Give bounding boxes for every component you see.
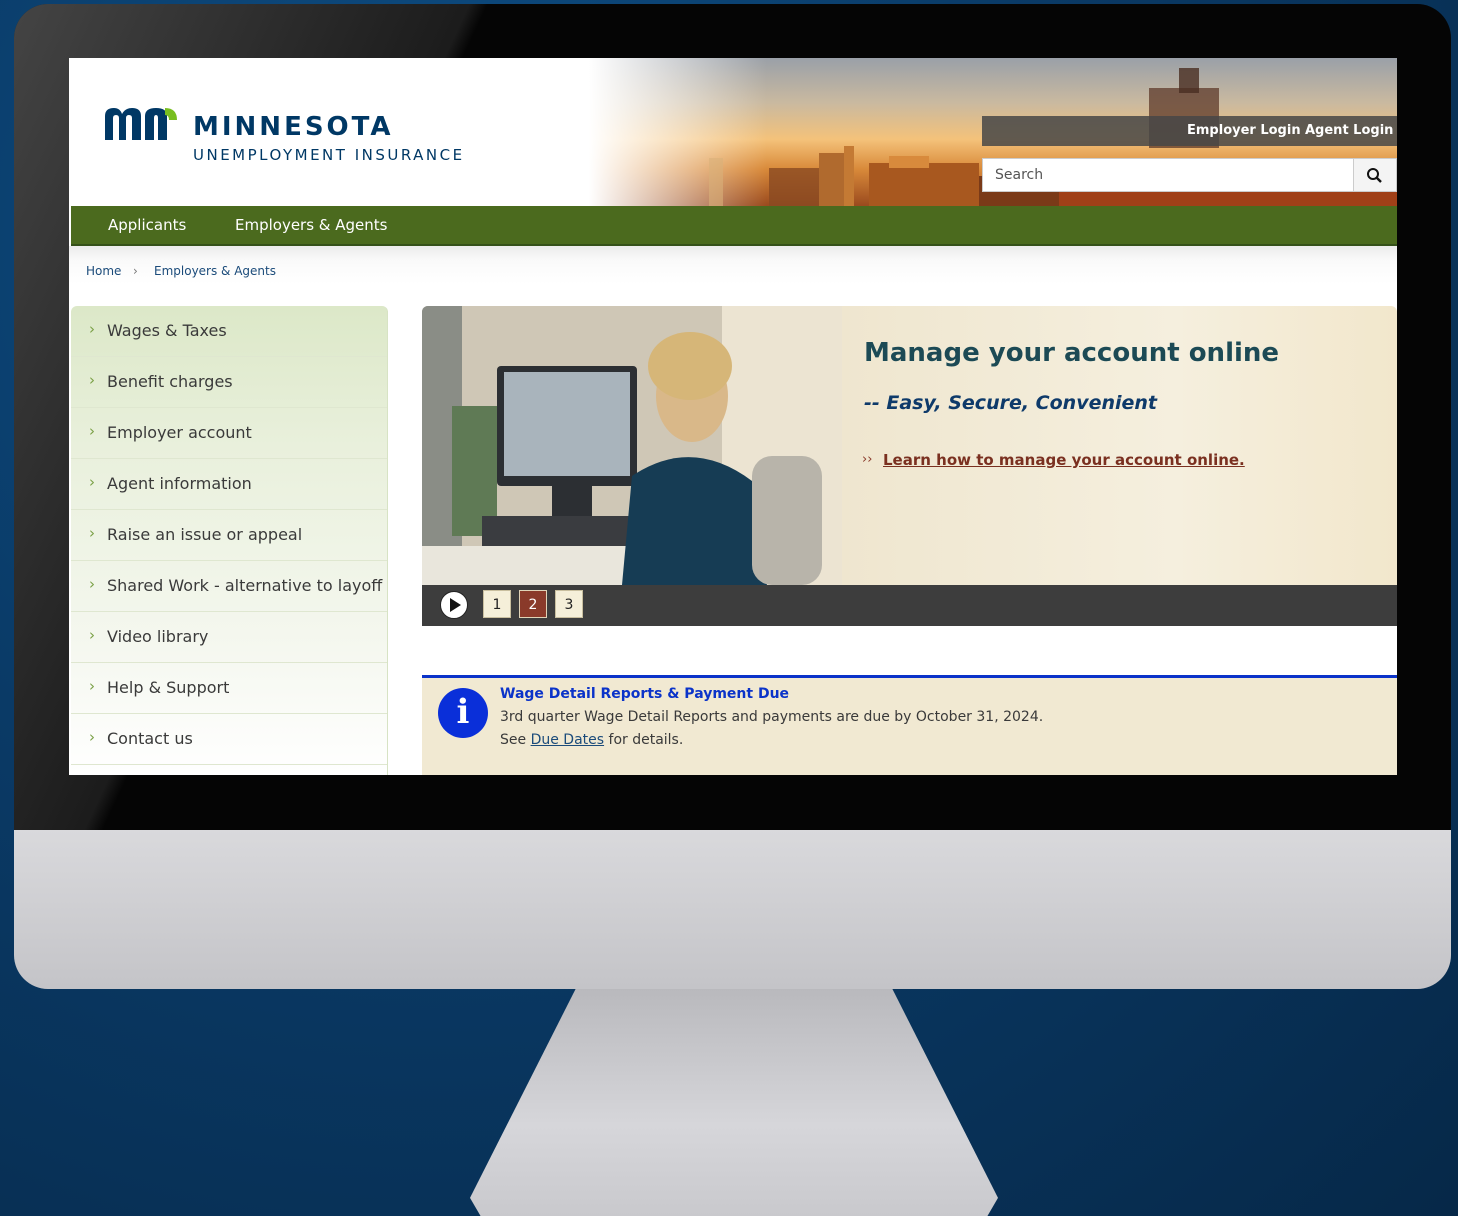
sidebar-item-label: Employer account [107,423,252,442]
sidebar-menu: › Wages & Taxes › Benefit charges › Empl… [71,306,388,775]
search-icon [1367,168,1382,183]
chevron-right-icon: › [89,320,95,338]
monitor-stand [470,989,998,1216]
search-button[interactable] [1353,159,1396,191]
hero-slider: Manage your account online -- Easy, Secu… [422,306,1397,626]
sidebar-item-benefit-charges[interactable]: › Benefit charges [71,357,387,408]
employer-login-link[interactable]: Employer Login [1187,123,1301,138]
sidebar-item-label: Shared Work - alternative to layoff [107,576,383,595]
sidebar-item-agent-information[interactable]: › Agent information [71,459,387,510]
breadcrumb-current[interactable]: Employers & Agents [154,264,276,278]
alert-text: 3rd quarter Wage Detail Reports and paym… [500,709,1044,725]
sidebar-item-label: Help & Support [107,678,230,697]
play-icon [450,598,461,612]
sidebar-item-contact-us[interactable]: › Contact us [71,714,387,765]
breadcrumb-home[interactable]: Home [86,264,121,278]
nav-employers-agents[interactable]: Employers & Agents [235,216,388,234]
main-nav: Applicants Employers & Agents [71,206,1397,246]
sidebar-item-raise-issue[interactable]: › Raise an issue or appeal [71,510,387,561]
logo-title: MINNESOTA [193,112,394,142]
sidebar-item-employer-account[interactable]: › Employer account [71,408,387,459]
hero-learn-more-link[interactable]: Learn how to manage your account online. [883,451,1245,469]
alert-prefix: See [500,732,531,748]
alert-suffix: for details. [604,732,684,748]
sidebar-item-label: Video library [107,627,209,646]
alert-text-link-line: See Due Dates for details. [500,732,683,748]
sidebar-item-help-support[interactable]: › Help & Support [71,663,387,714]
hero-photo-woman-at-computer [422,306,842,585]
slider-controls: 1 2 3 [422,585,1397,626]
sidebar-item-label: Benefit charges [107,372,233,391]
info-icon: i [438,688,488,738]
mn-logo-mark-icon [105,108,177,140]
agent-login-link[interactable]: Agent Login [1305,123,1393,138]
chevron-right-icon: › [89,728,95,746]
alert-title: Wage Detail Reports & Payment Due [500,686,790,702]
sidebar-item-label: Raise an issue or appeal [107,525,303,544]
breadcrumb: Home › Employers & Agents [69,246,1397,284]
play-button[interactable] [440,591,468,619]
slide-button-1[interactable]: 1 [483,590,511,618]
due-dates-link[interactable]: Due Dates [531,732,604,748]
sidebar-item-shared-work[interactable]: › Shared Work - alternative to layoff [71,561,387,612]
sidebar-item-video-library[interactable]: › Video library [71,612,387,663]
slide-button-3[interactable]: 3 [555,590,583,618]
nav-applicants[interactable]: Applicants [108,216,186,234]
search-box [982,158,1397,192]
double-chevron-icon: ›› [862,452,873,467]
logo-subtitle: UNEMPLOYMENT INSURANCE [193,146,465,164]
chevron-right-icon: › [89,473,95,491]
search-input[interactable] [983,159,1353,191]
monitor-chin [14,830,1451,989]
site-header: MINNESOTA UNEMPLOYMENT INSURANCE Employe… [69,58,1397,206]
chevron-right-icon: › [89,371,95,389]
chevron-right-icon: › [89,677,95,695]
browser-screen: MINNESOTA UNEMPLOYMENT INSURANCE Employe… [69,58,1397,775]
login-bar: Employer Login Agent Login [982,116,1397,146]
info-icon-glyph: i [456,692,470,732]
sidebar-item-label: Wages & Taxes [107,321,227,340]
slide-button-2[interactable]: 2 [519,590,547,618]
sidebar-item-label: Agent information [107,474,252,493]
hero-illustration [422,306,842,585]
chevron-right-icon: › [89,575,95,593]
chevron-right-icon: › [89,422,95,440]
sidebar-item-wages-taxes[interactable]: › Wages & Taxes [71,306,387,357]
hero-title: Manage your account online [864,338,1280,368]
chevron-right-icon: › [89,626,95,644]
alert-banner: i Wage Detail Reports & Payment Due 3rd … [422,675,1397,775]
chevron-right-icon: › [89,524,95,542]
hero-subtitle: -- Easy, Secure, Convenient [864,392,1158,414]
breadcrumb-separator: › [133,264,138,278]
sidebar-item-label: Contact us [107,729,193,748]
